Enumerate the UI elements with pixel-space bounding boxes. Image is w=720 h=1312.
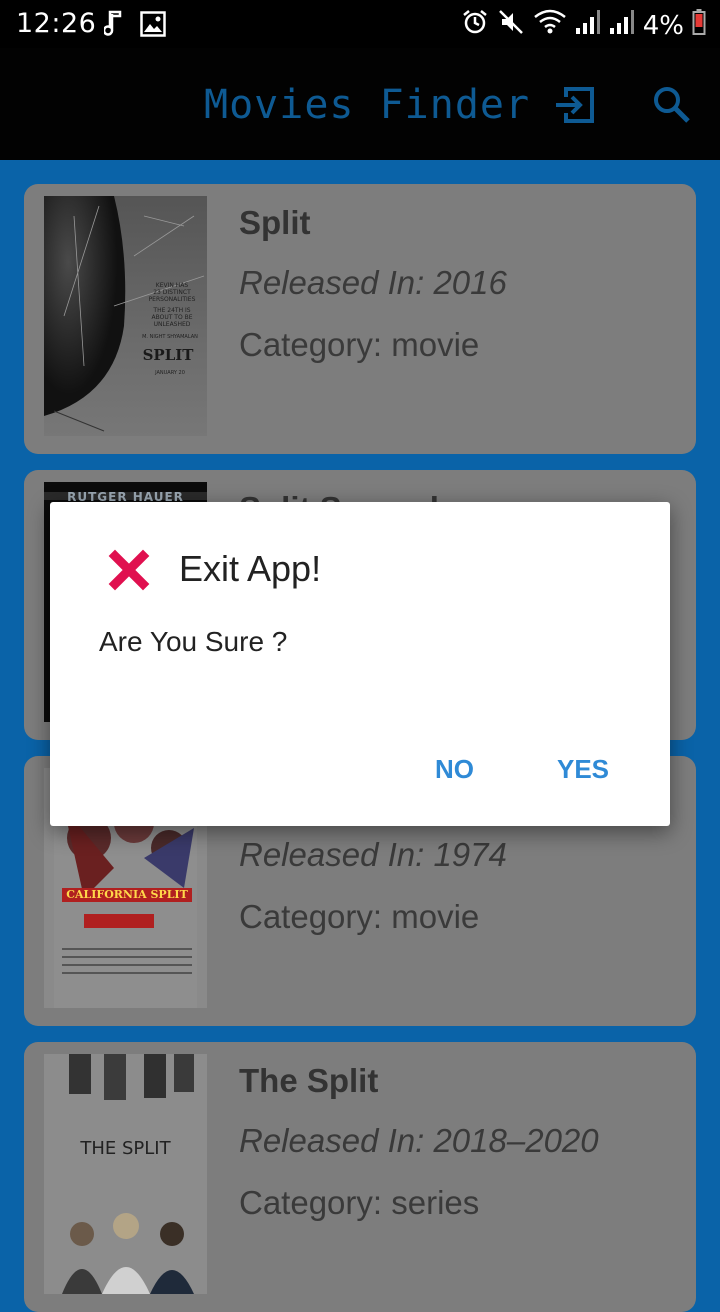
- poster-tagline: KEVIN HAS 23 DISTINCT PERSONALITIES THE 24…: [148, 282, 196, 328]
- status-time: 12:26: [16, 8, 97, 39]
- battery-percent: 4%: [642, 10, 684, 41]
- movie-category: Category: movie: [239, 326, 480, 363]
- dialog-message: Are You Sure ?: [99, 626, 288, 657]
- movie-release: Released In: 1974: [239, 836, 507, 873]
- alarm-icon: [461, 8, 489, 43]
- search-icon[interactable]: [650, 83, 694, 132]
- status-left-icons: [102, 10, 166, 42]
- yes-button[interactable]: YES: [557, 754, 609, 785]
- signal-1-icon: [575, 8, 601, 43]
- exit-to-app-icon[interactable]: [554, 83, 598, 132]
- poster-director: M. NIGHT SHYAMALAN: [142, 334, 198, 340]
- app-bar: Movies Finder: [0, 48, 720, 160]
- movie-poster: THE SPLIT: [44, 1054, 207, 1294]
- exit-dialog: Exit App! Are You Sure ? NO YES: [50, 502, 670, 826]
- movie-category: Category: movie: [239, 898, 480, 935]
- movie-release: Released In: 2016: [239, 264, 507, 301]
- movie-card[interactable]: THE SPLIT The Split Released In: 2018–20…: [24, 1042, 696, 1312]
- image-icon: [140, 11, 166, 41]
- signal-2-icon: [609, 8, 635, 43]
- no-button[interactable]: NO: [435, 754, 474, 785]
- movie-poster: KEVIN HAS 23 DISTINCT PERSONALITIES THE 24…: [44, 196, 207, 436]
- status-right-icons: 4%: [461, 8, 706, 43]
- battery-low-icon: [692, 8, 706, 43]
- poster-date: JANUARY 20: [155, 370, 185, 376]
- app-title: Movies Finder: [204, 82, 531, 128]
- wifi-icon: [533, 8, 567, 43]
- poster-title: CALIFORNIA SPLIT: [66, 888, 188, 901]
- movie-title: The Split: [239, 1062, 379, 1099]
- mute-icon: [497, 8, 525, 43]
- movie-category: Category: series: [239, 1184, 480, 1221]
- poster-title: SPLIT: [142, 346, 194, 364]
- dialog-title: Exit App!: [179, 548, 322, 589]
- movie-card[interactable]: KEVIN HAS 23 DISTINCT PERSONALITIES THE 24…: [24, 184, 696, 454]
- status-bar: 12:26 4%: [0, 0, 720, 48]
- red-x-icon: [105, 546, 153, 599]
- movie-title: Split: [239, 204, 311, 241]
- poster-title: THE SPLIT: [80, 1138, 171, 1159]
- movie-release: Released In: 2018–2020: [239, 1122, 599, 1159]
- music-note-icon: [102, 10, 126, 42]
